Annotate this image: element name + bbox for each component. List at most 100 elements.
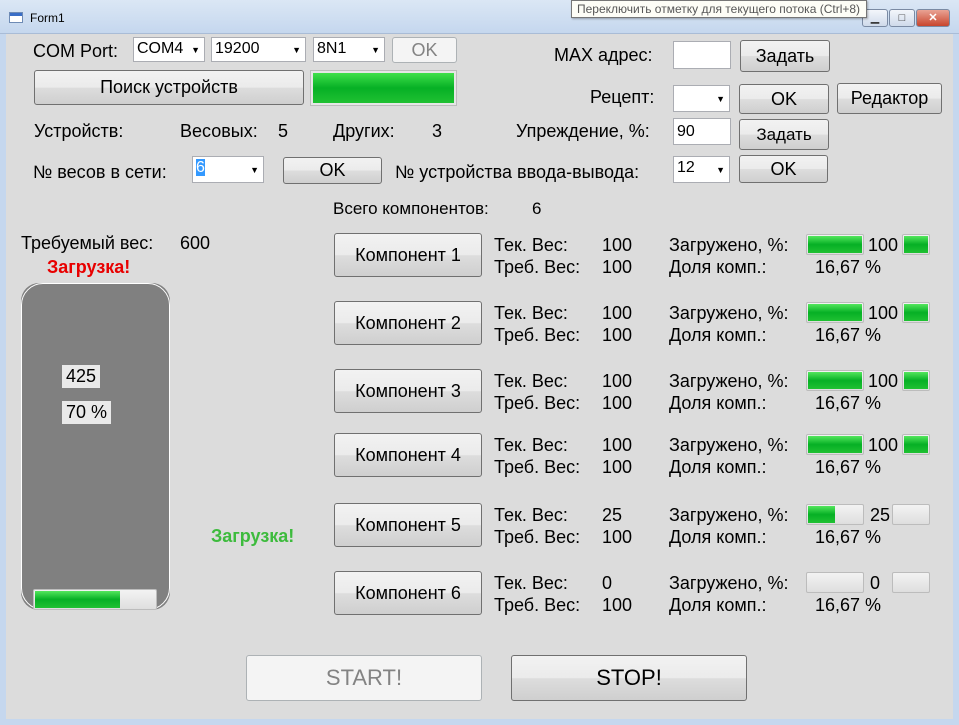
scale-number-select[interactable]: 6 ▼	[192, 156, 264, 183]
loaded-percent-label: Загружено, %:	[669, 435, 789, 455]
loaded-progress-fill	[808, 436, 862, 453]
current-weight-value: 100	[602, 435, 633, 455]
loading-status-red: Загрузка!	[47, 257, 131, 277]
maximize-button[interactable]: □	[889, 9, 915, 27]
component-5-button[interactable]: Компонент 5	[334, 503, 482, 547]
loaded-percent-value: 100	[868, 235, 899, 255]
component-share-value: 16,67 %	[815, 457, 882, 477]
component-2-button[interactable]: Компонент 2	[334, 301, 482, 345]
advance-set-button[interactable]: Задать	[739, 119, 829, 150]
io-device-ok-button[interactable]: OK	[739, 155, 828, 183]
stop-button[interactable]: STOP!	[511, 655, 747, 701]
app-icon	[9, 12, 23, 23]
advance-input[interactable]: 90	[673, 118, 731, 145]
tank-progress-fill	[35, 591, 121, 608]
required-weight-value: 100	[602, 457, 633, 477]
component-share-label: Доля комп.:	[669, 257, 767, 277]
component-share-value: 16,67 %	[815, 393, 882, 413]
dosing-progress-fill	[904, 436, 928, 453]
loaded-percent-label: Загружено, %:	[669, 573, 789, 593]
max-address-input[interactable]	[673, 41, 731, 69]
current-weight-label: Тек. Вес:	[494, 505, 568, 525]
tank-weight: 425	[62, 365, 101, 388]
required-weight-label: Треб. Вес:	[494, 257, 581, 277]
window-title: Form1	[30, 11, 65, 25]
max-address-set-button[interactable]: Задать	[740, 40, 830, 72]
scales-label: Весовых:	[180, 121, 258, 141]
dosing-progress-bar	[902, 234, 930, 255]
current-weight-value: 100	[602, 371, 633, 391]
other-devices-label: Других:	[333, 121, 395, 141]
component-share-label: Доля комп.:	[669, 393, 767, 413]
current-weight-value: 100	[602, 303, 633, 323]
loaded-progress-fill	[808, 304, 862, 321]
component-share-value: 16,67 %	[815, 257, 882, 277]
chevron-down-icon: ▼	[716, 164, 725, 175]
loaded-progress-bar	[806, 434, 864, 455]
current-weight-value: 25	[602, 505, 623, 525]
tank-progress-bar	[33, 589, 157, 610]
recipe-editor-button[interactable]: Редактор	[837, 83, 942, 114]
required-weight-value: 100	[602, 595, 633, 615]
io-device-label: № устройства ввода-вывода:	[395, 162, 640, 182]
com-port-select[interactable]: COM4 ▼	[133, 37, 205, 62]
required-weight-label: Треб. Вес:	[494, 527, 581, 547]
loaded-progress-bar	[806, 302, 864, 323]
required-weight-label: Треб. Вес:	[494, 457, 581, 477]
devices-label: Устройств:	[34, 121, 124, 141]
dosing-progress-bar	[902, 434, 930, 455]
dosing-progress-bar	[902, 302, 930, 323]
loading-status-green: Загрузка!	[211, 526, 295, 546]
required-weight-label: Требуемый вес:	[21, 233, 154, 253]
scale-number-ok-button[interactable]: OK	[283, 157, 382, 184]
total-components-label: Всего компонентов:	[333, 199, 489, 218]
tank-percent: 70 %	[62, 401, 112, 424]
current-weight-value: 100	[602, 235, 633, 255]
max-address-label: MAX адрес:	[554, 45, 653, 65]
required-weight-value: 100	[602, 325, 633, 345]
com-ok-button[interactable]: OK	[392, 37, 457, 63]
chevron-down-icon: ▼	[250, 164, 259, 175]
component-6-button[interactable]: Компонент 6	[334, 571, 482, 615]
baud-rate-select[interactable]: 19200 ▼	[211, 37, 306, 62]
loaded-percent-value: 25	[870, 505, 891, 525]
start-button[interactable]: START!	[246, 655, 482, 701]
scale-number-label: № весов в сети:	[33, 162, 167, 182]
loaded-percent-value: 100	[868, 435, 899, 455]
advance-label: Упреждение, %:	[516, 121, 650, 141]
component-1-button[interactable]: Компонент 1	[334, 233, 482, 277]
loaded-progress-fill	[808, 506, 835, 523]
component-share-value: 16,67 %	[815, 527, 882, 547]
current-weight-label: Тек. Вес:	[494, 435, 568, 455]
recipe-label: Рецепт:	[590, 87, 655, 107]
component-3-button[interactable]: Компонент 3	[334, 369, 482, 413]
dosing-progress-bar	[902, 370, 930, 391]
component-share-label: Доля комп.:	[669, 527, 767, 547]
loaded-percent-label: Загружено, %:	[669, 303, 789, 323]
component-share-label: Доля комп.:	[669, 457, 767, 477]
component-4-button[interactable]: Компонент 4	[334, 433, 482, 477]
com-port-label: COM Port:	[33, 41, 119, 61]
loaded-progress-bar	[806, 504, 864, 525]
chevron-down-icon: ▼	[371, 44, 380, 55]
tank-body	[21, 283, 170, 610]
loaded-percent-label: Загружено, %:	[669, 235, 789, 255]
recipe-ok-button[interactable]: OK	[739, 84, 829, 114]
dosing-progress-fill	[904, 236, 928, 253]
current-weight-label: Тек. Вес:	[494, 573, 568, 593]
loaded-percent-value: 0	[870, 573, 881, 593]
loaded-percent-value: 100	[868, 371, 899, 391]
recipe-select[interactable]: ▼	[673, 85, 730, 112]
required-weight-value: 600	[180, 233, 211, 253]
dosing-progress-fill	[904, 304, 928, 321]
tank	[21, 283, 170, 610]
port-format-select[interactable]: 8N1 ▼	[313, 37, 385, 62]
component-share-value: 16,67 %	[815, 595, 882, 615]
search-devices-button[interactable]: Поиск устройств	[34, 70, 304, 105]
close-button[interactable]: ✕	[916, 9, 950, 27]
chevron-down-icon: ▼	[716, 93, 725, 104]
io-device-select[interactable]: 12 ▼	[673, 156, 730, 183]
loaded-progress-bar	[806, 572, 864, 593]
loaded-progress-bar	[806, 234, 864, 255]
component-share-value: 16,67 %	[815, 325, 882, 345]
